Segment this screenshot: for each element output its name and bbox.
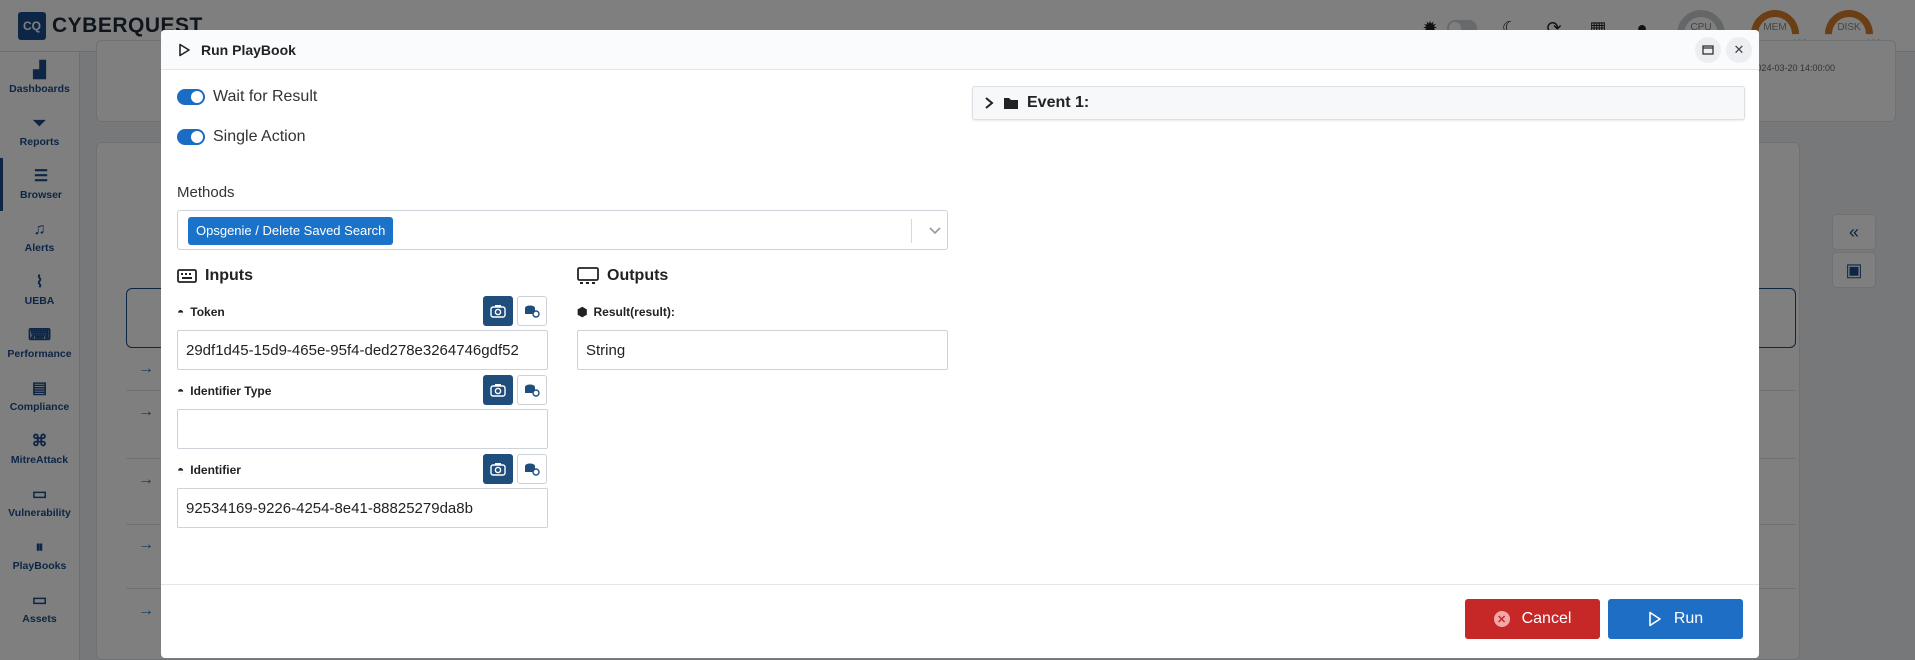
methods-label: Methods: [177, 184, 235, 201]
monitor-icon: [577, 267, 599, 284]
identifier-type-input[interactable]: [177, 409, 548, 449]
wait-for-result-label: Wait for Result: [213, 88, 318, 105]
maximize-icon: [1702, 45, 1714, 55]
single-action-row: Single Action: [177, 128, 306, 146]
identifier-capture-button[interactable]: [483, 454, 513, 484]
identifier-label: Identifier: [190, 463, 241, 477]
cube-icon: ⬢: [577, 305, 588, 319]
gauge-icon: ◓: [177, 384, 185, 398]
play-icon: [1649, 611, 1661, 627]
close-icon: ✕: [1733, 42, 1745, 57]
single-action-label: Single Action: [213, 128, 306, 145]
keyboard-icon: [177, 269, 197, 283]
run-label: Run: [1673, 610, 1704, 627]
method-chip[interactable]: Opsgenie / Delete Saved Search: [188, 217, 394, 245]
camera-icon: [490, 305, 506, 318]
inputs-title: Inputs: [205, 267, 253, 284]
token-label: Token: [190, 305, 225, 319]
token-label-row: ◓ Token: [177, 305, 225, 319]
database-search-icon: [525, 305, 540, 318]
gauge-icon: ◓: [177, 305, 185, 319]
outputs-title: Outputs: [607, 267, 669, 284]
wait-for-result-toggle[interactable]: [177, 89, 205, 105]
close-button[interactable]: ✕: [1726, 37, 1752, 63]
identifier-type-capture-button[interactable]: [483, 375, 513, 405]
gauge-icon: ◓: [177, 463, 185, 477]
modal-header: Run PlayBook ✕: [161, 30, 1759, 70]
result-label: Result(result):: [593, 305, 675, 319]
wait-for-result-row: Wait for Result: [177, 88, 317, 106]
token-capture-button[interactable]: [483, 296, 513, 326]
cancel-icon: ✕: [1493, 611, 1510, 627]
modal-title: Run PlayBook: [201, 41, 296, 58]
play-icon: [179, 43, 190, 56]
outputs-section-title: Outputs: [577, 267, 668, 285]
token-variable-button[interactable]: [517, 296, 547, 326]
identifier-type-label-row: ◓ Identifier Type: [177, 384, 271, 398]
run-playbook-modal: Run PlayBook ✕ Wait for Result Single Ac…: [161, 30, 1759, 658]
chevron-down-icon[interactable]: [926, 221, 944, 239]
identifier-input[interactable]: 92534169-9226-4254-8e41-88825279da8b: [177, 488, 548, 528]
database-search-icon: [525, 463, 540, 476]
chevron-right-icon: [985, 97, 994, 109]
folder-icon: [1004, 98, 1018, 109]
camera-icon: [490, 384, 506, 397]
run-button[interactable]: Run: [1608, 599, 1743, 639]
inputs-section-title: Inputs: [177, 267, 253, 285]
result-label-row: ⬢ Result(result):: [577, 305, 675, 319]
event-accordion[interactable]: Event 1:: [972, 86, 1745, 120]
identifier-label-row: ◓ Identifier: [177, 463, 241, 477]
select-separator: [911, 219, 912, 243]
maximize-button[interactable]: [1695, 37, 1721, 63]
token-input[interactable]: 29df1d45-15d9-465e-95f4-ded278e3264746gd…: [177, 330, 548, 370]
identifier-type-label: Identifier Type: [190, 384, 272, 398]
cancel-button[interactable]: ✕ Cancel: [1465, 599, 1600, 639]
identifier-type-variable-button[interactable]: [517, 375, 547, 405]
event-label: Event 1:: [1027, 94, 1090, 111]
cancel-label: Cancel: [1521, 610, 1572, 627]
single-action-toggle[interactable]: [177, 129, 205, 145]
camera-icon: [490, 463, 506, 476]
modal-footer: ✕ Cancel Run: [161, 584, 1759, 658]
database-search-icon: [525, 384, 540, 397]
methods-select[interactable]: Opsgenie / Delete Saved Search: [177, 210, 948, 250]
result-output[interactable]: String: [577, 330, 948, 370]
identifier-variable-button[interactable]: [517, 454, 547, 484]
